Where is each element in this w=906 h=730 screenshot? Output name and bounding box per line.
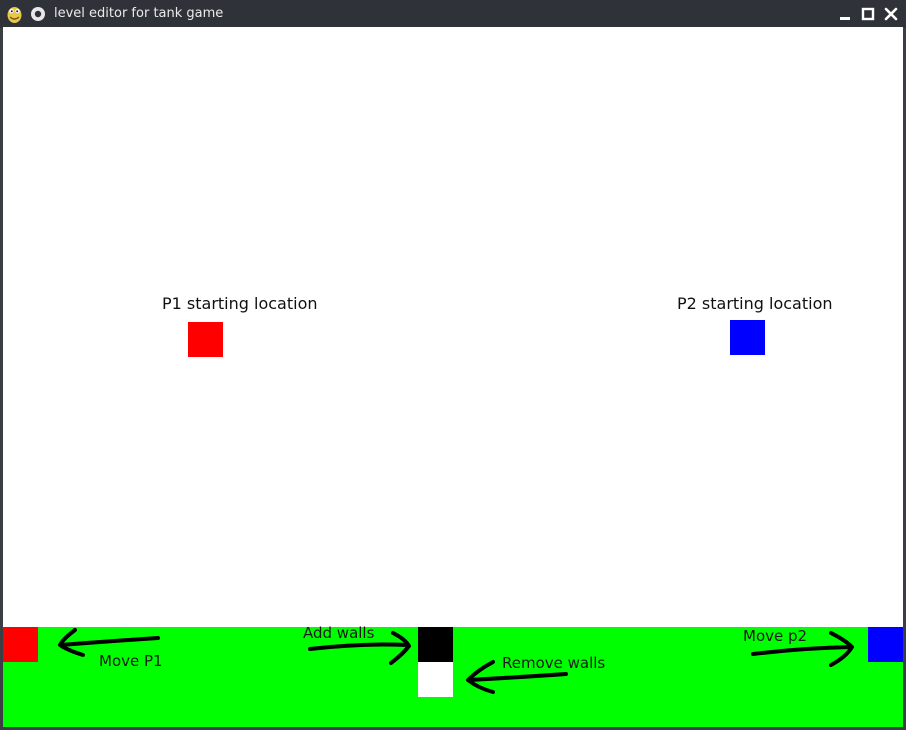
title-bar[interactable]: level editor for tank game: [0, 0, 906, 28]
minimize-button[interactable]: [836, 5, 854, 23]
p2-start-label: P2 starting location: [677, 294, 833, 313]
move-p2-annotation: Move p2: [743, 627, 808, 645]
maximize-button[interactable]: [859, 5, 877, 23]
window-menu-icon[interactable]: [30, 6, 46, 22]
maximize-icon: [861, 7, 875, 21]
add-walls-tool[interactable]: [418, 627, 453, 662]
move-p2-tool[interactable]: [868, 627, 903, 662]
p1-start-marker[interactable]: [188, 322, 223, 357]
move-p1-tool[interactable]: [3, 627, 38, 662]
close-button[interactable]: [882, 5, 900, 23]
p1-start-label: P1 starting location: [162, 294, 318, 313]
move-p1-annotation: Move P1: [99, 652, 163, 670]
editor-canvas[interactable]: P1 starting location P2 starting locatio…: [3, 27, 903, 727]
p2-start-marker[interactable]: [730, 320, 765, 355]
add-walls-annotation: Add walls: [303, 624, 375, 642]
pygame-snake-icon: [5, 4, 24, 24]
window-title: level editor for tank game: [54, 6, 224, 21]
remove-walls-tool[interactable]: [418, 662, 453, 697]
minimize-icon: [840, 17, 850, 20]
app-window: level editor for tank game P1 starting l…: [0, 0, 906, 730]
remove-walls-annotation: Remove walls: [502, 654, 606, 672]
annotation-arrows: [58, 628, 854, 694]
close-icon: [884, 7, 898, 21]
